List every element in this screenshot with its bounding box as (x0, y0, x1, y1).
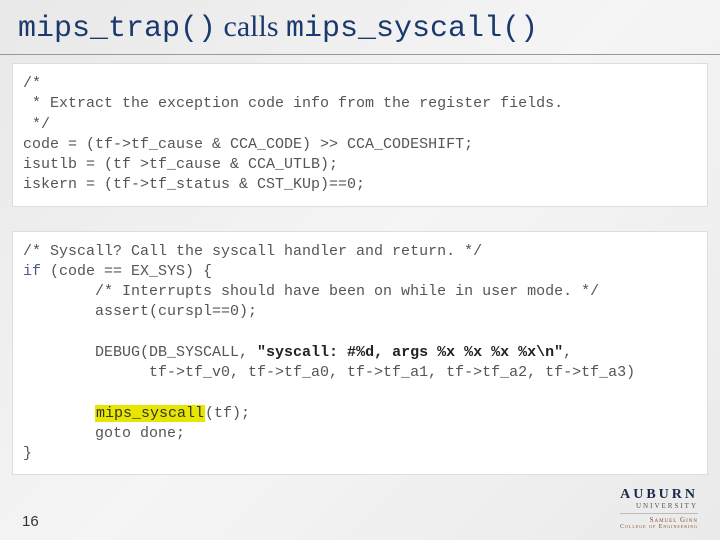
code-line: code = (tf->tf_cause & CCA_CODE) >> CCA_… (23, 136, 473, 153)
slide-title: mips_trap() calls mips_syscall() (0, 0, 720, 55)
code-line: * Extract the exception code info from t… (23, 95, 563, 112)
university-logo: AUBURN UNIVERSITY Samuel Ginn College of… (620, 487, 698, 530)
keyword-if: if (23, 263, 41, 280)
code-line: iskern = (tf->tf_status & CST_KUp)==0; (23, 176, 365, 193)
logo-sub3: College of Engineering (620, 524, 698, 530)
code-line: tf->tf_v0, tf->tf_a0, tf->tf_a1, tf->tf_… (23, 364, 635, 381)
code-block-extract: /* * Extract the exception code info fro… (12, 63, 708, 207)
title-text: calls (216, 10, 286, 43)
footer: 16 AUBURN UNIVERSITY Samuel Ginn College… (0, 487, 720, 530)
highlighted-call: mips_syscall (95, 405, 205, 422)
title-code-2: mips_syscall() (286, 12, 538, 46)
code-line: /* (23, 75, 41, 92)
logo-sub2: Samuel Ginn (620, 513, 698, 524)
code-line: isutlb = (tf >tf_cause & CCA_UTLB); (23, 156, 338, 173)
code-line: , (563, 344, 572, 361)
code-line: } (23, 445, 32, 462)
code-line: (code == EX_SYS) { (41, 263, 212, 280)
string-literal: "syscall: #%d, args %x %x %x %x\n" (257, 344, 563, 361)
code-block-syscall: /* Syscall? Call the syscall handler and… (12, 231, 708, 476)
code-line: */ (23, 116, 50, 133)
code-line: DEBUG(DB_SYSCALL, (23, 344, 257, 361)
code-line: /* Syscall? Call the syscall handler and… (23, 243, 482, 260)
logo-main: AUBURN (620, 487, 698, 503)
page-number: 16 (22, 513, 39, 530)
title-code-1: mips_trap() (18, 12, 216, 46)
logo-sub1: UNIVERSITY (620, 502, 698, 510)
code-line: assert(curspl==0); (23, 303, 257, 320)
code-line: (tf); (205, 405, 250, 422)
code-line: /* Interrupts should have been on while … (23, 283, 599, 300)
code-line: goto done; (23, 425, 185, 442)
